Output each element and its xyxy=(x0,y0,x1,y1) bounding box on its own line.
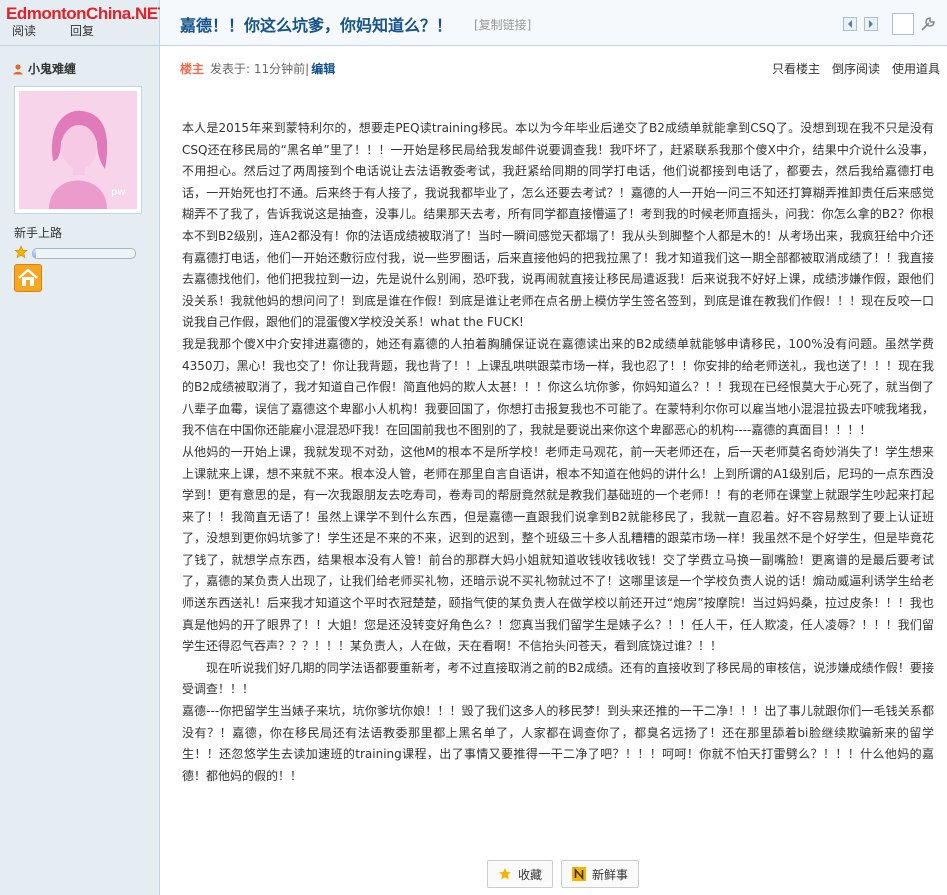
quick-reply-box[interactable] xyxy=(892,13,914,35)
news-label: 新鲜事 xyxy=(592,867,629,882)
favorite-label: 收藏 xyxy=(518,867,543,882)
next-thread-button[interactable] xyxy=(864,17,878,31)
reverse-order-link[interactable]: 倒序阅读 xyxy=(832,60,880,77)
bottom-actions: 收藏 新鲜事 xyxy=(487,860,640,888)
post-paragraph: 本人是2015年来到蒙特利尔的，想要走PEQ读training移民。本以为今年毕… xyxy=(182,121,934,330)
louzhu-badge: 楼主 xyxy=(180,62,205,76)
arrow-right-icon xyxy=(869,20,873,28)
author-bar: 楼主 发表于: 11分钟前 | 编辑 只看楼主 倒序阅读 使用道具 xyxy=(180,60,940,77)
username[interactable]: 小鬼难缠 xyxy=(12,60,76,77)
post-paragraph: 嘉德---你把留学生当婊子来坑，坑你爹坑你娘！！！毁了我们这多人的移民梦！到头来… xyxy=(182,704,934,783)
arrow-left-icon xyxy=(848,20,852,28)
news-icon xyxy=(572,867,587,881)
favorite-button[interactable]: 收藏 xyxy=(487,860,554,888)
wrench-icon[interactable] xyxy=(919,15,937,33)
pipe-separator: | xyxy=(305,61,310,76)
thread-header: 嘉德！！你这么坑爹，你妈知道么？！ [复制链接] xyxy=(160,0,947,46)
prev-thread-button[interactable] xyxy=(843,17,857,31)
user-icon xyxy=(13,63,23,74)
post-paragraph: 我是我那个傻X中介安排进嘉德的，她还有嘉德的人拍着胸脯保证说在嘉德读出来的B2成… xyxy=(182,336,934,438)
post-main: 嘉德！！你这么坑爹，你妈知道么？！ [复制链接] 楼主 发表于: 11分钟前 |… xyxy=(160,0,947,895)
avatar-image: pw xyxy=(19,91,137,209)
post-time: 发表于: 11分钟前 xyxy=(210,62,306,76)
avatar[interactable]: pw xyxy=(14,86,142,214)
site-watermark: EdmontonChina.NET xyxy=(6,4,168,23)
news-button[interactable]: 新鲜事 xyxy=(561,860,640,888)
post-content: 本人是2015年来到蒙特利尔的，想要走PEQ读training移民。本以为今年毕… xyxy=(182,118,934,787)
avatar-watermark: pw xyxy=(111,187,126,198)
home-icon xyxy=(18,268,38,286)
post-actions: 只看楼主 倒序阅读 使用道具 xyxy=(772,60,940,77)
star-icon xyxy=(14,245,28,259)
post-paragraph: 现在听说我们好几期的同学法语都要重新考，考不过直接取消之前的B2成绩。还有的直接… xyxy=(182,660,934,697)
post-paragraph: 从他妈的一开始上课，我就发现不对劲，这他M的根本不是所学校！老师走马观花，前一天… xyxy=(182,444,934,654)
stat-label-read: 阅读 xyxy=(12,24,37,38)
copy-link[interactable]: [复制链接] xyxy=(474,16,531,33)
edit-link[interactable]: 编辑 xyxy=(311,60,335,77)
username-text: 小鬼难缠 xyxy=(28,62,77,76)
home-button[interactable] xyxy=(14,264,42,292)
user-group: 新手上路 xyxy=(14,226,63,240)
progress-fill xyxy=(33,249,37,258)
stat-label-reply: 回复 xyxy=(70,24,95,38)
user-stats: 阅读 回复 xyxy=(12,22,152,39)
user-sidebar: 阅读 回复 小鬼难缠 pw 新手上路 xyxy=(0,0,160,895)
thread-title: 嘉德！！你这么坑爹，你妈知道么？！ xyxy=(180,16,453,35)
use-item-link[interactable]: 使用道具 xyxy=(892,60,940,77)
only-author-link[interactable]: 只看楼主 xyxy=(772,60,820,77)
star-icon xyxy=(499,868,511,880)
level-progress-bar xyxy=(32,248,136,259)
